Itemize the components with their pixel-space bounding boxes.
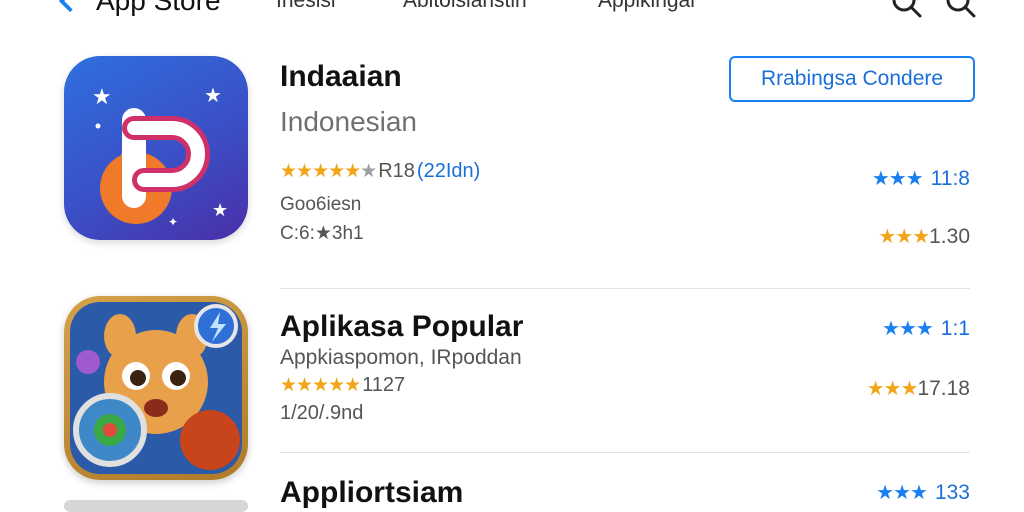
p-logo-icon: ★ ★ ★ ✦ <box>92 83 228 229</box>
svg-text:★: ★ <box>92 85 112 110</box>
character-icon <box>70 302 242 474</box>
divider <box>280 288 970 289</box>
search-icon[interactable] <box>944 0 978 18</box>
rating-stars: ★★★★★ <box>280 375 361 396</box>
stat-value: 11:8 <box>930 166 970 190</box>
nav-tab-1[interactable]: Inesisi <box>276 0 336 14</box>
stat-value: 133 <box>934 480 970 504</box>
stat-value: 1.30 <box>929 224 970 248</box>
app-subtitle: Indonesian <box>280 106 418 137</box>
app-rating: ★★★★★★ R18 (22Idn) <box>280 160 480 183</box>
rating-prefix: R18 <box>378 160 415 182</box>
blue-stars: ★★★ <box>871 168 924 190</box>
back-label: App Store <box>96 0 221 16</box>
right-stat: ★★★ 11:8 <box>872 166 970 191</box>
app-meta: C:6:★3h1 <box>280 223 364 244</box>
top-nav: App Store Inesisi Abitolsianstin Appikin… <box>0 0 1024 18</box>
nav-tab-2[interactable]: Abitolsianstin <box>403 0 527 14</box>
app-title[interactable]: Indaaian <box>280 60 402 94</box>
gold-stars: ★★★ <box>878 226 930 248</box>
search-icon[interactable] <box>890 0 924 18</box>
blue-stars: ★★★ <box>876 482 928 504</box>
rating-count: 1127 <box>362 374 406 396</box>
right-stat: ★★★ 1:1 <box>882 316 970 341</box>
stat-value: 17.18 <box>917 376 970 400</box>
app-icon-indaaian[interactable]: ★ ★ ★ ✦ <box>64 56 248 240</box>
right-stat: ★★★ 133 <box>876 480 970 505</box>
rating-count: (22Idn) <box>416 160 481 182</box>
divider <box>280 452 970 453</box>
app-subtitle: Appkiaspomon, IRpoddan <box>280 346 522 369</box>
blue-stars: ★★★ <box>882 318 934 340</box>
svg-text:✦: ✦ <box>168 215 178 229</box>
chevron-left-icon <box>58 0 82 13</box>
app-meta: Goo6iesn <box>280 194 362 215</box>
gold-stars: ★★★ <box>866 378 919 400</box>
app-icon-aplikasa-popular[interactable] <box>64 296 248 480</box>
back-button[interactable]: App Store <box>58 0 221 18</box>
app-rating: ★★★★★ 1127 <box>280 374 405 397</box>
action-button[interactable]: Rrabingsa Condere <box>729 56 975 102</box>
nav-tab-3[interactable]: Appikingai <box>598 0 695 14</box>
svg-text:★: ★ <box>212 200 228 221</box>
stat-value: 1:1 <box>940 316 970 340</box>
right-stat: ★★★ 17.18 <box>867 376 970 401</box>
app-meta: 1/20/.9nd <box>280 402 364 424</box>
rating-stars: ★★★★★★ <box>280 161 377 182</box>
app-title[interactable]: Aplikasa Popular <box>280 310 523 344</box>
svg-text:★: ★ <box>204 83 222 107</box>
app-icon-appliortsiam[interactable] <box>64 500 248 512</box>
right-stat: ★★★ 1.30 <box>878 224 970 249</box>
app-title[interactable]: Appliortsiam <box>280 476 463 510</box>
